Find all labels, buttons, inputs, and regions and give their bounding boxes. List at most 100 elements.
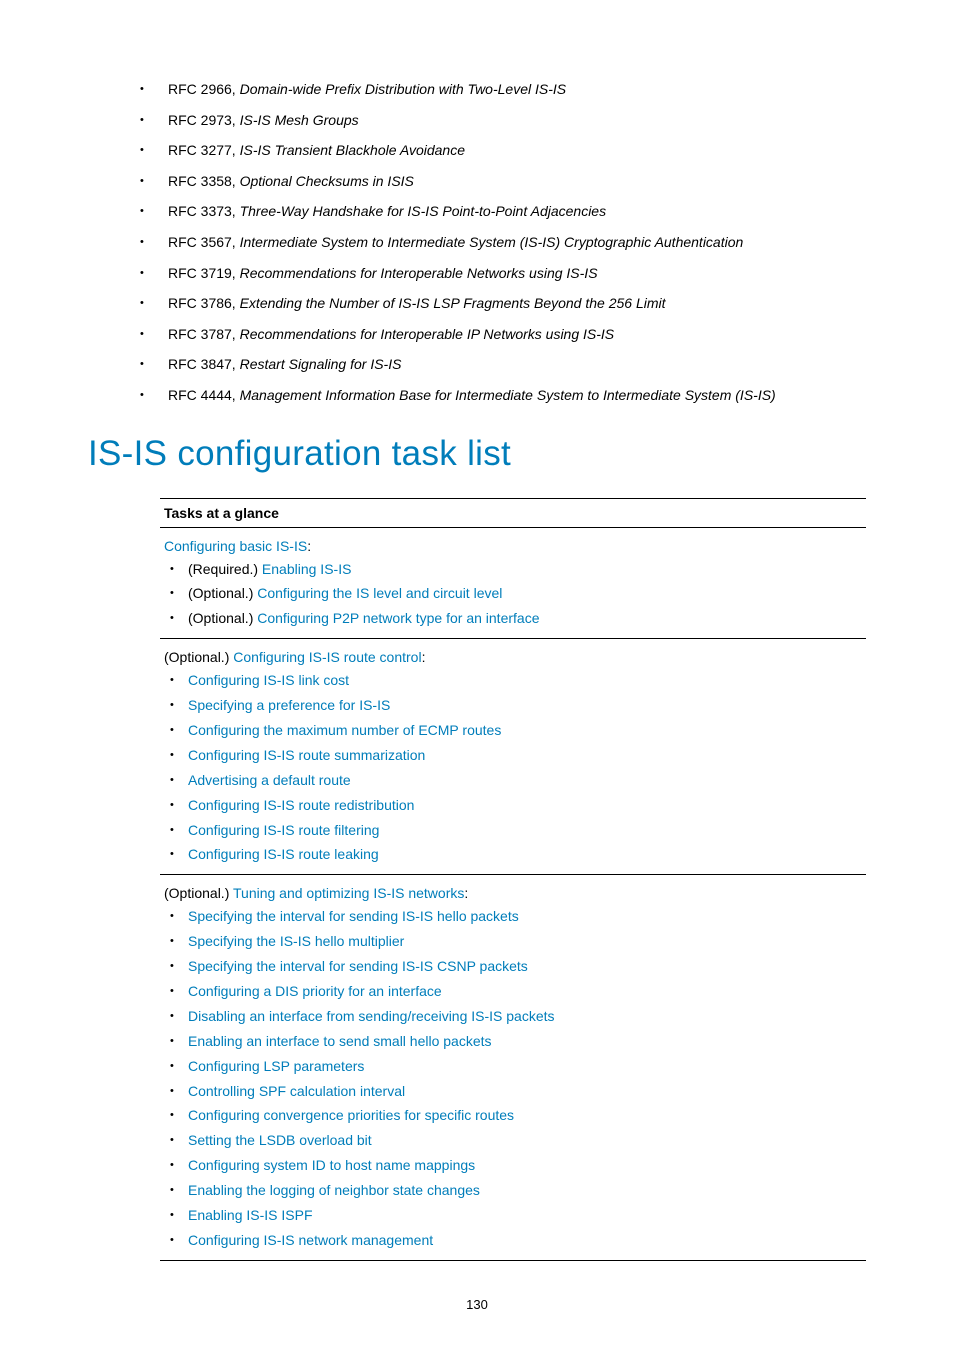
task-subitem: Configuring IS-IS network management (188, 1231, 862, 1250)
rfc-code: RFC 4444, (168, 387, 240, 403)
task-subitem-prefix: (Required.) (188, 561, 262, 577)
task-subitem: Configuring IS-IS route summarization (188, 746, 862, 765)
task-subitem: Specifying the IS-IS hello multiplier (188, 932, 862, 951)
task-subitem: Advertising a default route (188, 771, 862, 790)
task-subitem-link[interactable]: Controlling SPF calculation interval (188, 1083, 405, 1099)
task-subitem: (Required.) Enabling IS-IS (188, 560, 862, 579)
task-subitem-link[interactable]: Enabling IS-IS ISPF (188, 1207, 313, 1223)
task-sublist: Configuring IS-IS link cost Specifying a … (164, 671, 862, 864)
task-subitem: (Optional.) Configuring the IS level and… (188, 584, 862, 603)
rfc-title: Restart Signaling for IS-IS (240, 356, 402, 372)
task-subitem-link[interactable]: Configuring P2P network type for an inte… (257, 610, 539, 626)
task-subitem: Setting the LSDB overload bit (188, 1131, 862, 1150)
task-intro-prefix: (Optional.) (164, 885, 233, 901)
rfc-code: RFC 3373, (168, 203, 240, 219)
rfc-title: Intermediate System to Intermediate Syst… (240, 234, 744, 250)
task-subitem-link[interactable]: Specifying the interval for sending IS-I… (188, 958, 528, 974)
rfc-title: IS-IS Transient Blackhole Avoidance (240, 142, 465, 158)
task-subitem: Configuring system ID to host name mappi… (188, 1156, 862, 1175)
task-subitem-link[interactable]: Configuring IS-IS network management (188, 1232, 433, 1248)
task-cell: Configuring basic IS-IS: (Required.) Enab… (160, 527, 866, 639)
rfc-item: RFC 3567, Intermediate System to Interme… (168, 233, 866, 253)
rfc-item: RFC 3719, Recommendations for Interopera… (168, 264, 866, 284)
rfc-title: Extending the Number of IS-IS LSP Fragme… (240, 295, 666, 311)
task-subitem: Configuring convergence priorities for s… (188, 1106, 862, 1125)
task-subitem: Specifying the interval for sending IS-I… (188, 957, 862, 976)
rfc-code: RFC 3567, (168, 234, 240, 250)
task-intro: (Optional.) Tuning and optimizing IS-IS … (164, 885, 862, 901)
task-intro: Configuring basic IS-IS: (164, 538, 862, 554)
task-subitem: Configuring LSP parameters (188, 1057, 862, 1076)
rfc-code: RFC 3358, (168, 173, 240, 189)
task-subitem: Controlling SPF calculation interval (188, 1082, 862, 1101)
task-subitem-link[interactable]: Enabling IS-IS (262, 561, 352, 577)
task-subitem-link[interactable]: Configuring convergence priorities for s… (188, 1107, 514, 1123)
rfc-item: RFC 4444, Management Information Base fo… (168, 386, 866, 406)
rfc-item: RFC 3358, Optional Checksums in ISIS (168, 172, 866, 192)
rfc-code: RFC 3719, (168, 265, 240, 281)
task-cell: (Optional.) Tuning and optimizing IS-IS … (160, 875, 866, 1260)
task-subitem: Specifying the interval for sending IS-I… (188, 907, 862, 926)
task-subitem-link[interactable]: Specifying the interval for sending IS-I… (188, 908, 519, 924)
task-sublist: (Required.) Enabling IS-IS (Optional.) Co… (164, 560, 862, 629)
task-subitem: (Optional.) Configuring P2P network type… (188, 609, 862, 628)
rfc-title: Domain-wide Prefix Distribution with Two… (240, 81, 567, 97)
task-subitem-link[interactable]: Specifying the IS-IS hello multiplier (188, 933, 404, 949)
rfc-item: RFC 3277, IS-IS Transient Blackhole Avoi… (168, 141, 866, 161)
task-subitem-prefix: (Optional.) (188, 585, 257, 601)
rfc-item: RFC 3847, Restart Signaling for IS-IS (168, 355, 866, 375)
task-table: Tasks at a glance Configuring basic IS-I… (160, 498, 866, 1261)
task-subitem-link[interactable]: Configuring a DIS priority for an interf… (188, 983, 442, 999)
page-number: 130 (88, 1297, 866, 1312)
task-subitem: Configuring IS-IS route leaking (188, 845, 862, 864)
task-subitem-prefix: (Optional.) (188, 610, 257, 626)
task-subitem: Configuring IS-IS link cost (188, 671, 862, 690)
task-subitem-link[interactable]: Disabling an interface from sending/rece… (188, 1008, 555, 1024)
task-subitem-link[interactable]: Configuring IS-IS route filtering (188, 822, 379, 838)
task-subitem-link[interactable]: Configuring IS-IS route leaking (188, 846, 379, 862)
rfc-item: RFC 3787, Recommendations for Interopera… (168, 325, 866, 345)
task-subitem: Configuring IS-IS route filtering (188, 821, 862, 840)
task-intro-prefix: (Optional.) (164, 649, 233, 665)
rfc-title: Optional Checksums in ISIS (240, 173, 414, 189)
rfc-code: RFC 2966, (168, 81, 240, 97)
rfc-item: RFC 3373, Three-Way Handshake for IS-IS … (168, 202, 866, 222)
task-sublist: Specifying the interval for sending IS-I… (164, 907, 862, 1249)
rfc-item: RFC 2973, IS-IS Mesh Groups (168, 111, 866, 131)
task-subitem-link[interactable]: Configuring IS-IS link cost (188, 672, 349, 688)
task-subitem: Enabling an interface to send small hell… (188, 1032, 862, 1051)
task-intro-link[interactable]: Tuning and optimizing IS-IS networks (233, 885, 464, 901)
rfc-item: RFC 3786, Extending the Number of IS-IS … (168, 294, 866, 314)
task-subitem-link[interactable]: Enabling an interface to send small hell… (188, 1033, 492, 1049)
task-subitem-link[interactable]: Configuring the maximum number of ECMP r… (188, 722, 501, 738)
rfc-title: IS-IS Mesh Groups (240, 112, 359, 128)
rfc-code: RFC 3787, (168, 326, 240, 342)
task-subitem: Enabling IS-IS ISPF (188, 1206, 862, 1225)
task-intro-link[interactable]: Configuring basic IS-IS (164, 538, 307, 554)
rfc-title: Recommendations for Interoperable Networ… (240, 265, 598, 281)
task-subitem-link[interactable]: Configuring LSP parameters (188, 1058, 364, 1074)
rfc-code: RFC 3786, (168, 295, 240, 311)
task-subitem: Configuring IS-IS route redistribution (188, 796, 862, 815)
table-header: Tasks at a glance (160, 498, 866, 527)
rfc-code: RFC 2973, (168, 112, 240, 128)
rfc-title: Three-Way Handshake for IS-IS Point-to-P… (240, 203, 607, 219)
rfc-code: RFC 3847, (168, 356, 240, 372)
task-subitem: Enabling the logging of neighbor state c… (188, 1181, 862, 1200)
task-intro-suffix: : (307, 538, 311, 554)
rfc-item: RFC 2966, Domain-wide Prefix Distributio… (168, 80, 866, 100)
task-subitem: Disabling an interface from sending/rece… (188, 1007, 862, 1026)
task-intro: (Optional.) Configuring IS-IS route cont… (164, 649, 862, 665)
task-subitem-link[interactable]: Configuring IS-IS route summarization (188, 747, 425, 763)
task-subitem-link[interactable]: Enabling the logging of neighbor state c… (188, 1182, 480, 1198)
task-subitem-link[interactable]: Configuring IS-IS route redistribution (188, 797, 414, 813)
rfc-title: Management Information Base for Intermed… (240, 387, 776, 403)
task-subitem-link[interactable]: Configuring the IS level and circuit lev… (257, 585, 502, 601)
task-intro-link[interactable]: Configuring IS-IS route control (233, 649, 421, 665)
rfc-list: RFC 2966, Domain-wide Prefix Distributio… (88, 80, 866, 406)
task-subitem-link[interactable]: Specifying a preference for IS-IS (188, 697, 390, 713)
task-subitem-link[interactable]: Setting the LSDB overload bit (188, 1132, 372, 1148)
task-subitem-link[interactable]: Configuring system ID to host name mappi… (188, 1157, 475, 1173)
task-subitem-link[interactable]: Advertising a default route (188, 772, 351, 788)
task-subitem: Specifying a preference for IS-IS (188, 696, 862, 715)
